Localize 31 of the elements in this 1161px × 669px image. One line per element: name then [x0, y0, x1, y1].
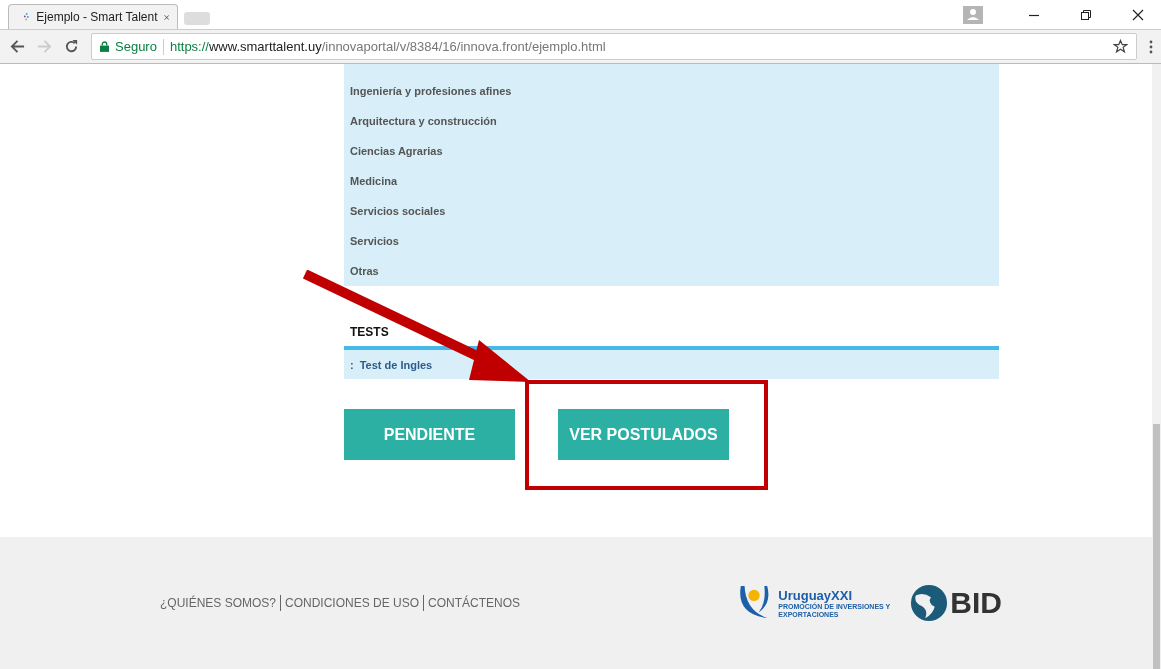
category-item: Ingeniería y profesiones afines — [350, 85, 512, 97]
category-item: Servicios — [350, 235, 399, 247]
logo-text: UruguayXXI — [778, 587, 853, 603]
url-text: https://www.smarttalent.uy/innovaportal/v/8384/16/innova.front/ejemplo.html — [169, 39, 606, 54]
close-icon[interactable] — [1132, 8, 1144, 21]
category-item: Otras — [350, 265, 379, 277]
browser-tab[interactable]: Ejemplo - Smart Talent — [8, 4, 178, 29]
category-item: Ciencias Agrarias — [350, 145, 443, 157]
scrollbar-thumb[interactable] — [1153, 424, 1160, 669]
footer-link[interactable]: ¿QUIÉNES SOMOS? — [160, 596, 277, 610]
restore-icon[interactable] — [1080, 8, 1092, 21]
security-label: Seguro — [115, 39, 157, 54]
section-heading: TESTS — [349, 324, 390, 341]
action-button[interactable]: PENDIENTE — [344, 409, 515, 460]
address-bar[interactable]: Seguro https://www.smarttalent.uy/innovaportal/v/8384/16/innova.front/ejemplo.html — [91, 33, 1137, 60]
menu-icon[interactable] — [1149, 39, 1153, 54]
action-button[interactable]: VER POSTULADOS — [558, 409, 729, 460]
reload-icon[interactable] — [64, 39, 79, 54]
category-item: Medicina — [350, 175, 398, 187]
star-icon[interactable] — [1113, 39, 1128, 54]
globe-icon — [910, 584, 949, 622]
category-item: Arquitectura y construcción — [350, 115, 497, 127]
footer-link[interactable]: CONTÁCTENOS — [428, 596, 521, 610]
logo-text: BID — [950, 586, 1002, 620]
tab-title: Ejemplo - Smart Talent — [36, 10, 158, 24]
footer-link[interactable]: CONDICIONES DE USO — [285, 596, 420, 610]
category-item: Servicios sociales — [350, 205, 446, 217]
back-arrow-icon[interactable] — [10, 39, 25, 54]
test-link[interactable]: Test de Ingles — [359, 358, 433, 371]
lock-icon — [100, 41, 109, 52]
bullet-mark: : — [350, 358, 354, 371]
